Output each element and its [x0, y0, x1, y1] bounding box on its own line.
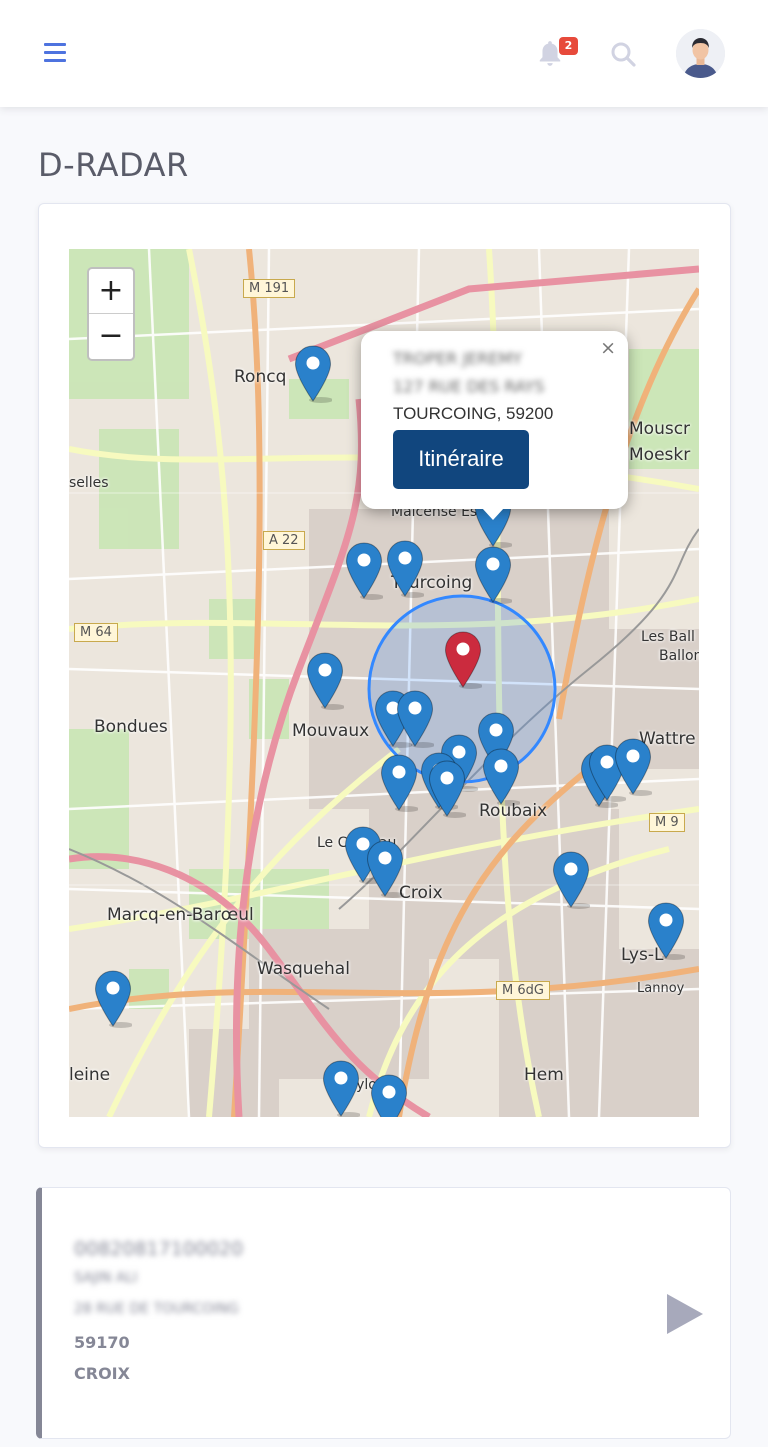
- map-label-wasquehal: Wasquehal: [257, 959, 350, 979]
- search-icon[interactable]: [610, 41, 636, 67]
- itinerary-button[interactable]: Itinéraire: [393, 430, 529, 489]
- page-title: D-RADAR: [38, 146, 189, 184]
- map-label-selles: selles: [69, 475, 109, 491]
- top-navbar: 2: [0, 0, 768, 107]
- map-label-marcq: Marcq-en-Barœul: [107, 905, 254, 925]
- zoom-out-button[interactable]: −: [89, 314, 133, 359]
- map-marker-icon[interactable]: [306, 652, 345, 710]
- map-label-mouscron: Mouscr: [629, 419, 691, 439]
- map-label-lannoy: Lannoy: [637, 981, 685, 996]
- map-label-croix: Croix: [399, 883, 443, 903]
- map-marker-icon[interactable]: [552, 851, 591, 909]
- result-postcode: 59170: [74, 1333, 130, 1352]
- map-marker-icon[interactable]: [294, 345, 333, 403]
- map-marker-icon[interactable]: [474, 546, 513, 604]
- map-marker-icon[interactable]: [386, 540, 425, 598]
- map-label-leine: leine: [69, 1065, 111, 1085]
- map-marker-icon[interactable]: [614, 738, 653, 796]
- map-marker-icon[interactable]: [322, 1060, 361, 1117]
- map-marker-icon[interactable]: [428, 760, 467, 818]
- selected-marker-icon[interactable]: [444, 631, 483, 689]
- road-sign-m191: M 191: [243, 279, 296, 298]
- zoom-control: + −: [87, 267, 135, 361]
- map-marker-icon[interactable]: [647, 902, 686, 960]
- play-icon[interactable]: [665, 1292, 705, 1336]
- zoom-in-button[interactable]: +: [89, 269, 133, 314]
- map-marker-icon[interactable]: [366, 840, 405, 898]
- map-view[interactable]: Roncq Bondues Mouvaux Marcq-en-Barœul Wa…: [69, 249, 699, 1117]
- bars-icon[interactable]: [44, 43, 66, 62]
- notification-count-badge: 2: [559, 37, 578, 55]
- road-sign-m9: M 9: [649, 813, 685, 832]
- road-sign-m6dg: M 6dG: [496, 981, 550, 1000]
- map-label-bondues: Bondues: [94, 717, 168, 737]
- map-marker-icon[interactable]: [94, 970, 133, 1028]
- result-city: CROIX: [74, 1364, 130, 1383]
- map-marker-icon[interactable]: [345, 542, 384, 600]
- result-card[interactable]: 00820817100020 SAJIN ALI 28 RUE DE TOURC…: [36, 1187, 731, 1439]
- map-marker-icon[interactable]: [482, 748, 521, 806]
- map-label-moeskroen: Moeskr: [629, 445, 691, 465]
- user-avatar-icon[interactable]: [676, 29, 725, 78]
- result-code: 00820817100020: [74, 1238, 244, 1260]
- map-marker-icon[interactable]: [396, 690, 435, 748]
- road-sign-m64: M 64: [74, 623, 118, 642]
- result-name: SAJIN ALI: [74, 1270, 138, 1286]
- popup-city: TOURCOING, 59200: [393, 404, 554, 423]
- result-street: 28 RUE DE TOURCOING: [74, 1301, 239, 1317]
- map-label-roncq: Roncq: [234, 367, 287, 387]
- marker-popup: × TROPER JEREMY 127 RUE DES RAYS TOURCOI…: [361, 331, 628, 520]
- map-marker-icon[interactable]: [380, 754, 419, 812]
- popup-street: 127 RUE DES RAYS: [393, 377, 545, 396]
- popup-name: TROPER JEREMY: [393, 349, 523, 368]
- popup-close-button[interactable]: ×: [600, 337, 616, 359]
- road-sign-a22: A 22: [263, 531, 305, 550]
- map-label-mouvaux: Mouvaux: [292, 721, 370, 741]
- map-label-les-ballons: Les Ball: [641, 629, 695, 645]
- map-label-ballons-2: Ballon: [659, 648, 699, 664]
- map-marker-icon[interactable]: [370, 1074, 408, 1117]
- map-label-hem: Hem: [524, 1065, 564, 1085]
